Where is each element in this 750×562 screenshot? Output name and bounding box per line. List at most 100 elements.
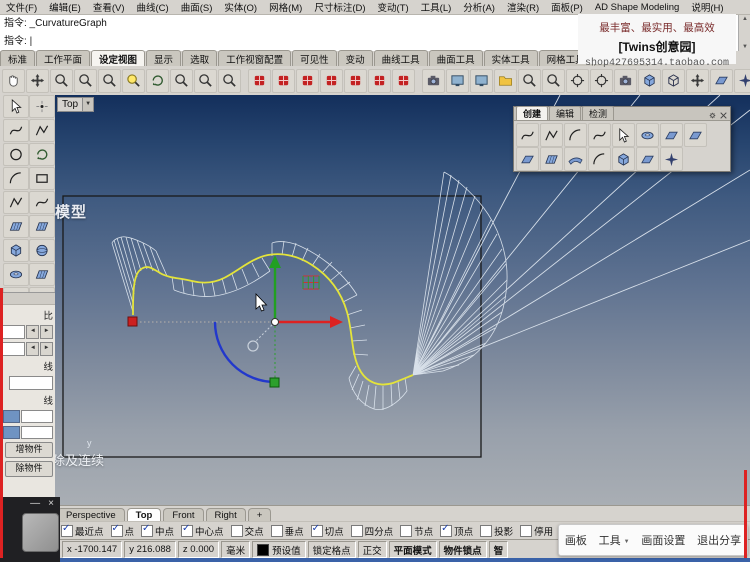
checkbox-icon[interactable] — [310, 523, 323, 537]
zoom-rotate-icon[interactable] — [146, 68, 169, 93]
menu-item[interactable]: 文件(F) — [0, 0, 43, 14]
menu-item[interactable]: 面板(P) — [545, 0, 589, 14]
status-cell[interactable]: 智 — [488, 541, 509, 558]
place-camera-icon[interactable] — [614, 68, 637, 93]
checkbox-icon[interactable] — [270, 525, 283, 537]
palette-tab[interactable]: 创建 — [516, 106, 549, 120]
solid-sphere-icon[interactable] — [28, 239, 55, 262]
magnifier-icon[interactable] — [518, 68, 541, 93]
spin-right-icon[interactable]: ► — [40, 342, 53, 356]
wireframe-box-icon[interactable] — [662, 68, 685, 93]
status-cell[interactable]: 锁定格点 — [307, 541, 356, 558]
menu-item[interactable]: 分析(A) — [457, 0, 501, 14]
solid-slab-icon[interactable] — [28, 263, 55, 286]
zoom-selected-icon[interactable] — [98, 68, 121, 93]
separator[interactable] — [416, 70, 421, 92]
osnap-toggle[interactable]: 停用 — [520, 524, 553, 538]
view-blue-icon[interactable] — [638, 68, 661, 93]
menu-item[interactable]: 说明(H) — [685, 0, 729, 14]
palette-tab[interactable]: 检测 — [582, 106, 615, 120]
menu-item[interactable]: 曲线(C) — [130, 0, 174, 14]
share-button[interactable]: 退出分享 — [693, 530, 745, 550]
status-cell[interactable]: 正交 — [357, 541, 387, 558]
osnap-toggle[interactable]: 点 — [110, 523, 134, 538]
open-viewport-icon[interactable] — [494, 68, 517, 93]
viewport-tab[interactable]: Perspective — [57, 508, 125, 522]
surface-hatch-icon[interactable] — [540, 147, 563, 171]
disc-surface-icon[interactable] — [636, 123, 659, 147]
u-color-field[interactable] — [21, 410, 53, 423]
status-cell[interactable]: 毫米 — [221, 541, 251, 558]
viewport-screen-icon[interactable] — [446, 68, 469, 93]
scroll-up-icon[interactable]: ▲ — [742, 15, 748, 23]
menu-item[interactable]: 曲面(S) — [175, 0, 219, 14]
gumball-widget[interactable] — [127, 255, 343, 388]
v-color-field[interactable] — [21, 426, 53, 439]
status-cell[interactable]: z 0.000 — [177, 541, 220, 558]
menu-item[interactable]: 变动(T) — [372, 0, 415, 14]
osnap-toggle[interactable]: 垂点 — [270, 524, 304, 538]
status-cell[interactable]: y 216.088 — [124, 541, 176, 558]
preview-thumbnail[interactable] — [22, 513, 59, 552]
rotate-view-icon[interactable] — [26, 68, 49, 93]
palette-tab[interactable]: 编辑 — [549, 106, 582, 120]
gumball-origin[interactable] — [271, 318, 279, 326]
osnap-toggle[interactable]: 最近点 — [61, 523, 104, 538]
osnap-toggle[interactable]: 切点 — [310, 523, 344, 538]
toolbar-tab[interactable]: 可见性 — [292, 50, 337, 66]
target-highlight-icon[interactable] — [590, 68, 613, 93]
share-button[interactable]: 画板 — [561, 530, 591, 550]
checkbox-icon[interactable] — [230, 525, 243, 537]
match-runner-icon[interactable] — [612, 123, 635, 147]
viewport-tab[interactable]: Front — [163, 508, 204, 522]
solid-box-icon[interactable] — [2, 239, 29, 262]
osnap-toggle[interactable]: 投影 — [480, 524, 513, 538]
point-icon[interactable] — [28, 95, 55, 118]
viewport-tab[interactable]: + — [247, 508, 272, 522]
viewport-title[interactable]: Top ▼ — [57, 97, 95, 112]
chevron-down-icon[interactable]: ▼ — [83, 97, 95, 112]
gumball-rotate-handle[interactable] — [247, 340, 259, 352]
share-button[interactable]: 工具 — [595, 530, 634, 550]
surface-corner-icon[interactable] — [660, 123, 683, 147]
menu-item[interactable]: 网格(M) — [263, 0, 308, 14]
box-surface-icon[interactable] — [612, 147, 635, 171]
toolbar-tab[interactable]: 标准 — [0, 50, 36, 66]
scale-value-field[interactable] — [0, 325, 26, 339]
blend-curve-icon[interactable] — [516, 123, 539, 147]
surface-loft-icon[interactable] — [28, 215, 55, 238]
circle-icon[interactable] — [2, 143, 29, 166]
zoom-dynamic-icon[interactable] — [50, 68, 73, 93]
checkbox-icon[interactable] — [61, 523, 73, 537]
toolbar-tab[interactable]: 工作视窗配置 — [218, 50, 292, 66]
spin-right-icon[interactable]: ► — [40, 325, 53, 339]
wing-surface-icon[interactable] — [564, 147, 587, 171]
viewport-layout-icon[interactable] — [470, 68, 493, 93]
curve-handle-icon[interactable] — [28, 191, 55, 214]
menu-item[interactable]: 工具(L) — [415, 0, 458, 14]
arc-blend-icon[interactable] — [564, 123, 587, 147]
solid-torus-icon[interactable] — [2, 263, 29, 286]
pan-hand-icon[interactable] — [2, 68, 25, 93]
osnap-toggle[interactable]: 交点 — [230, 524, 264, 538]
curve-连-icon[interactable] — [588, 123, 611, 147]
osnap-toggle[interactable]: 中点 — [141, 523, 174, 538]
set-view-icon-7[interactable] — [392, 68, 415, 93]
status-cell[interactable]: 预设值 — [252, 541, 306, 558]
set-view-icon-6[interactable] — [368, 68, 391, 93]
toolbar-tab[interactable]: 曲线工具 — [373, 50, 428, 66]
menu-item[interactable]: 查看(V) — [87, 0, 131, 14]
adjustable-blend-icon[interactable] — [540, 123, 563, 147]
plane-surface-icon[interactable] — [636, 147, 659, 171]
menu-item[interactable]: 编辑(E) — [43, 0, 87, 14]
spin-left-icon[interactable]: ◄ — [26, 342, 40, 356]
zoom-lens-icon[interactable] — [122, 68, 145, 93]
osnap-toggle[interactable]: 四分点 — [350, 524, 393, 538]
curve-freeform-icon[interactable] — [2, 119, 29, 142]
checkbox-icon[interactable] — [110, 523, 123, 537]
toolbar-tab[interactable]: 工作平面 — [36, 50, 91, 66]
osnap-toggle[interactable]: 中心点 — [181, 523, 224, 538]
set-view-icon-1[interactable] — [248, 68, 271, 93]
set-view-icon-4[interactable] — [320, 68, 343, 93]
magnifier-2-icon[interactable] — [542, 68, 565, 93]
